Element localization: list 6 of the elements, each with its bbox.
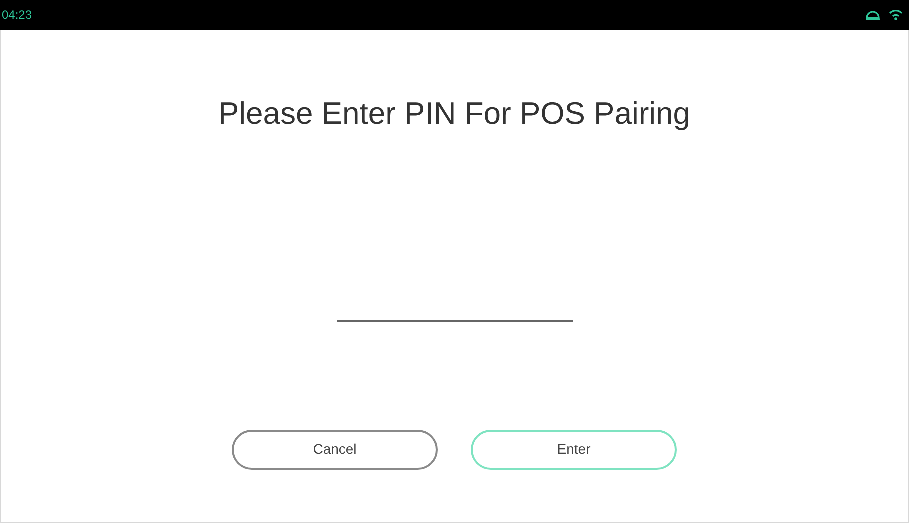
page-title: Please Enter PIN For POS Pairing [218, 95, 691, 133]
dome-icon [865, 9, 881, 21]
status-time: 04:23 [2, 7, 32, 24]
enter-button[interactable]: Enter [471, 430, 677, 470]
cancel-button[interactable]: Cancel [232, 430, 438, 470]
wifi-icon [889, 9, 903, 21]
